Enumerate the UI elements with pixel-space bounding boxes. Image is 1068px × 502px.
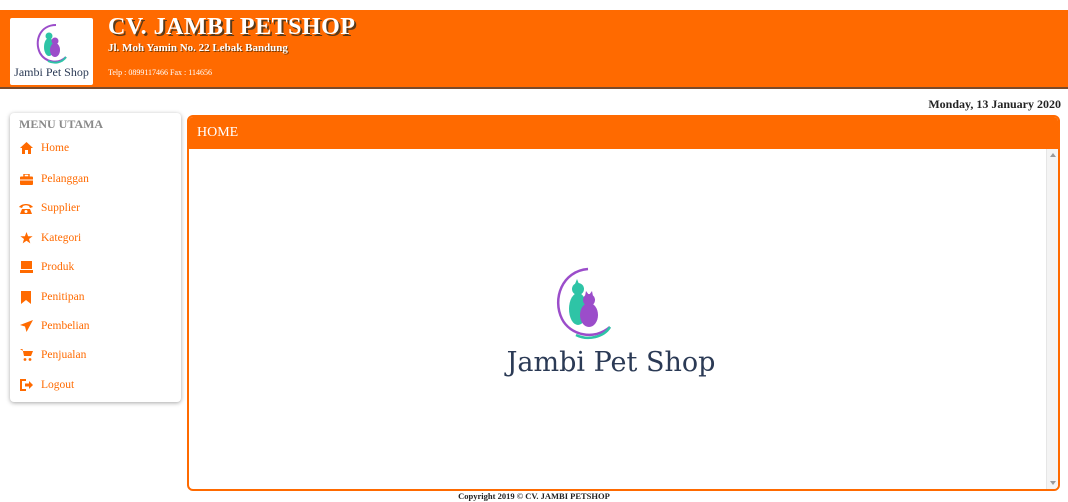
main-logo-text: Jambi Pet Shop [506,347,716,378]
company-name: CV. JAMBI PETSHOP [108,14,356,40]
sidebar-item-penitipan[interactable]: Penitipan [10,286,181,308]
sidebar-item-supplier[interactable]: Supplier [10,197,181,219]
company-contact: Telp : 0899117466 Fax : 114656 [108,68,212,77]
main-panel: HOME Jambi Pet Shop [187,115,1060,491]
main-logo: Jambi Pet Shop [491,267,731,387]
sidebar-item-label: Pelanggan [41,173,89,185]
sidebar-item-pembelian[interactable]: Pembelian [10,315,181,337]
sidebar-item-label: Kategori [41,232,82,244]
sidebar-item-logout[interactable]: Logout [10,374,181,396]
header-logo-text: Jambi Pet Shop [14,65,89,79]
scroll-up-icon[interactable] [1050,153,1056,157]
bookmark-icon [19,290,33,304]
home-icon [19,141,33,155]
scroll-down-icon[interactable] [1050,481,1056,485]
header-logo[interactable]: Jambi Pet Shop [10,18,93,85]
sidebar-item-label: Supplier [41,202,80,214]
box-icon [19,260,33,274]
page-title: HOME [197,125,239,140]
plane-icon [19,319,33,333]
pet-shop-logo-icon [557,267,612,339]
sidebar-item-label: Logout [41,379,75,391]
content-scrollbar[interactable] [1046,149,1058,489]
sidebar-item-pelanggan[interactable]: Pelanggan [10,168,181,190]
pet-shop-logo-icon [36,24,67,64]
phone-icon [19,201,33,215]
current-date: Monday, 13 January 2020 [928,97,1061,111]
sidebar-item-label: Penjualan [41,349,87,361]
sidebar-menu: MENU UTAMA Home Pelanggan Supplier Kateg… [10,113,181,402]
sidebar-item-penjualan[interactable]: Penjualan [10,344,181,366]
logout-icon [19,378,33,392]
sidebar-item-produk[interactable]: Produk [10,256,181,278]
briefcase-icon [19,172,33,186]
app-header: Jambi Pet Shop CV. JAMBI PETSHOP Jl. Moh… [0,10,1068,89]
copyright-footer: Copyright 2019 © CV. JAMBI PETSHOP [458,491,610,501]
sidebar-title: MENU UTAMA [19,117,104,131]
sidebar-item-home[interactable]: Home [10,137,181,159]
company-address: Jl. Moh Yamin No. 22 Lebak Bandung [108,42,288,54]
panel-header: HOME [189,117,1058,149]
sidebar-item-label: Pembelian [41,320,90,332]
sidebar-item-label: Penitipan [41,291,85,303]
sidebar-item-kategori[interactable]: Kategori [10,227,181,249]
sidebar-item-label: Home [41,142,70,154]
star-icon [19,231,33,245]
sidebar-item-label: Produk [41,261,75,273]
cart-icon [19,348,33,362]
